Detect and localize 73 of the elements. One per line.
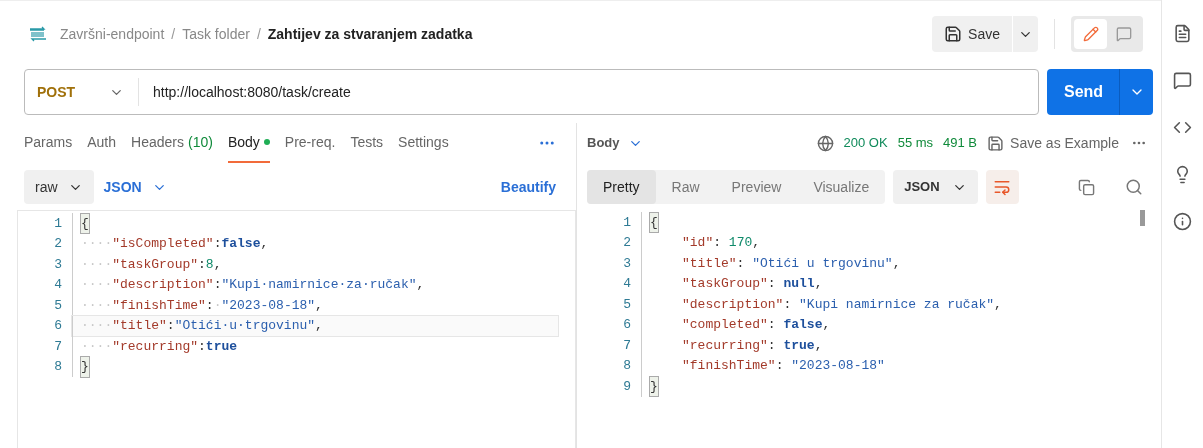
line-number: 6	[53, 317, 63, 335]
breadcrumb-separator: /	[256, 24, 261, 44]
format-dropdown[interactable]: JSON	[103, 176, 167, 198]
line-number: 7	[622, 336, 632, 355]
code-line: "description": "Kupi namirnice za ručak",	[641, 294, 1127, 315]
code-line: {	[72, 213, 558, 234]
line-number: 8	[622, 357, 632, 375]
comment-icon[interactable]	[1173, 71, 1192, 90]
beautify-button[interactable]: Beautify	[500, 176, 556, 198]
response-time: 55 ms	[897, 134, 934, 153]
comment-icon	[1115, 26, 1132, 42]
view-tab[interactable]: Preview	[715, 170, 798, 204]
response-body-dropdown[interactable]: Body	[587, 133, 643, 153]
line-number: 3	[622, 254, 632, 273]
request-tab[interactable]: Headers (10)	[131, 123, 213, 163]
status-code: 200 OK	[843, 134, 888, 153]
code-line: {	[641, 212, 1127, 233]
breadcrumb-link[interactable]: Završni-endpoint	[60, 23, 165, 45]
wrap-icon	[993, 178, 1012, 196]
wrap-button[interactable]	[985, 170, 1019, 204]
url-bar[interactable]: POST http://localhost:8080/task/create	[24, 69, 1039, 115]
view-tab[interactable]: Visualize	[797, 170, 886, 204]
search-icon[interactable]	[1125, 178, 1143, 196]
code-line: }	[72, 356, 558, 377]
response-format-dropdown[interactable]: JSON	[893, 170, 978, 204]
scrollbar-thumb[interactable]	[1140, 210, 1145, 226]
line-number: 6	[622, 316, 632, 334]
line-number: 9	[622, 377, 632, 396]
code-line: ····"description":"Kupi·namirnice·za·ručak",	[72, 274, 558, 295]
http-icon	[28, 26, 48, 42]
code-line: }	[641, 376, 1127, 397]
view-tab[interactable]: Pretty	[587, 170, 656, 204]
line-number: 3	[53, 255, 63, 274]
breadcrumb-link[interactable]: Task folder	[182, 23, 250, 45]
save-icon	[987, 134, 1005, 152]
line-number: 2	[53, 235, 63, 253]
line-number: 7	[53, 337, 63, 356]
view-tab[interactable]: Raw	[655, 170, 716, 204]
save-as-example-button[interactable]: Save as Example	[987, 132, 1119, 154]
line-number: 4	[622, 275, 632, 293]
save-icon	[944, 25, 963, 43]
request-tab[interactable]: Params	[24, 123, 73, 163]
line-number: 5	[53, 296, 63, 315]
code-line: "title": "Otići u trgovinu",	[641, 253, 1127, 274]
response-size: 491 B	[943, 134, 978, 153]
code-line: ····"isCompleted":false,	[72, 233, 558, 254]
request-tab[interactable]: Auth	[87, 123, 117, 163]
line-number: 5	[622, 295, 632, 314]
request-title: Zahtijev za stvaranjem zadatka	[267, 24, 473, 44]
request-body-editor[interactable]: 1 { 2 ····"isCompleted":false, 3 ····"taskGroup":8, 4 ····"description":"Kupi·namirnice·za·ručak", 5 ····"finishTime":·"2023-08-18", 6 ····"title":"Otići·u·trgovinu", 7 ····"recurring":true 8 }	[17, 210, 576, 448]
request-tab[interactable]: Body	[227, 123, 270, 163]
pencil-icon	[1082, 26, 1099, 42]
request-tab[interactable]: Pre-req.	[284, 123, 336, 163]
request-tab[interactable]: Settings	[398, 123, 449, 163]
info-icon[interactable]	[1173, 212, 1192, 231]
line-number: 1	[53, 214, 63, 233]
request-tab[interactable]: Tests	[350, 123, 384, 163]
line-number: 1	[622, 213, 632, 232]
code-line: ····"taskGroup":8,	[72, 254, 558, 275]
copy-icon[interactable]	[1078, 178, 1095, 196]
code-line: "id": 170,	[641, 232, 1127, 253]
breadcrumb-separator: /	[171, 24, 176, 44]
document-icon[interactable]	[1173, 24, 1192, 43]
globe-icon[interactable]	[816, 134, 834, 152]
method-dropdown[interactable]: POST	[25, 78, 139, 106]
line-number: 4	[53, 276, 63, 294]
body-mode-dropdown[interactable]: raw	[24, 170, 94, 204]
code-line: "taskGroup": null,	[641, 273, 1127, 294]
line-number: 2	[622, 234, 632, 252]
line-number: 8	[53, 358, 63, 376]
code-line: "completed": false,	[641, 314, 1127, 335]
code-line: "recurring": true,	[641, 335, 1127, 356]
edit-mode-button[interactable]	[1074, 19, 1107, 49]
